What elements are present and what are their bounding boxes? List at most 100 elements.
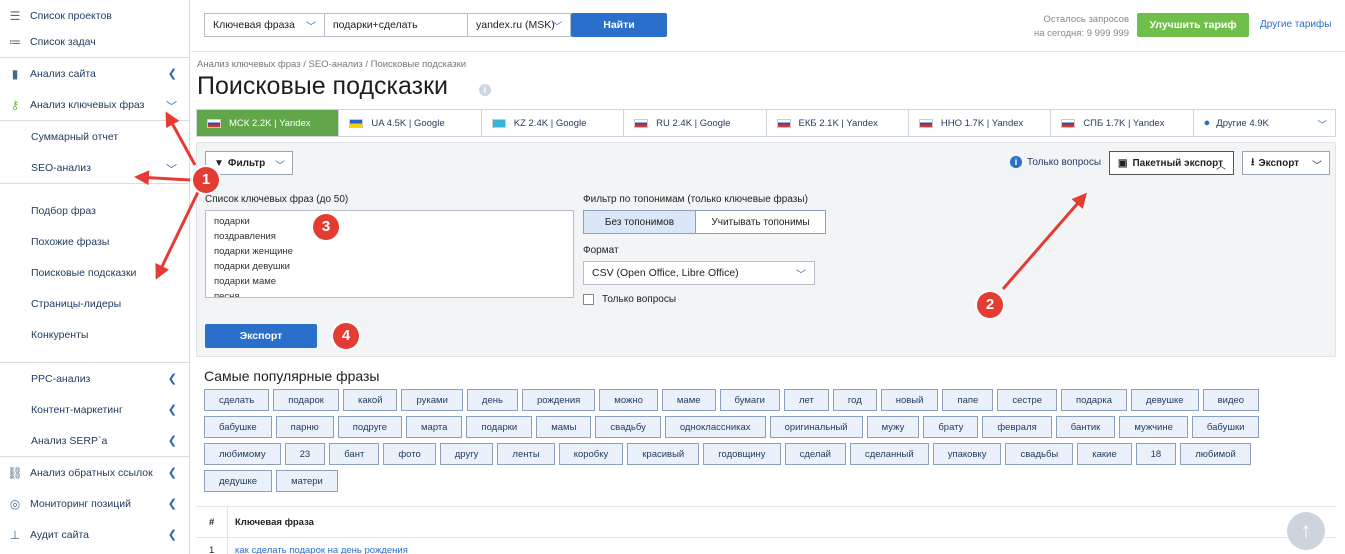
popular-tag[interactable]: февраля (982, 416, 1052, 438)
popular-tag[interactable]: папе (942, 389, 994, 411)
tab-region-spb[interactable]: СПБ 1.7K | Yandex (1051, 110, 1194, 136)
tab-region-ru[interactable]: RU 2.4K | Google (624, 110, 767, 136)
popular-tag[interactable]: мужчине (1119, 416, 1188, 438)
popular-tag[interactable]: мамы (536, 416, 592, 438)
popular-tag[interactable]: бант (329, 443, 380, 465)
sidebar-item-audit[interactable]: ⊥ Аудит сайта ❮ (0, 519, 189, 550)
filter-button[interactable]: ▼ Фильтр ﹀ (205, 151, 293, 175)
filter-label: Фильтр (227, 157, 266, 169)
popular-tag[interactable]: подарок (273, 389, 339, 411)
query-input[interactable]: подарки+сделать (324, 13, 468, 37)
popular-tag[interactable]: матери (276, 470, 338, 492)
divider (196, 537, 1336, 538)
toponym-off-button[interactable]: Без топонимов (584, 211, 696, 233)
popular-tag[interactable]: маме (661, 389, 716, 411)
popular-tag[interactable]: подарка (1061, 389, 1127, 411)
sidebar-item-similar[interactable]: Похожие фразы (0, 226, 189, 257)
popular-tag[interactable]: подарки (466, 416, 533, 438)
popular-tag[interactable]: девушке (1131, 389, 1199, 411)
tab-region-ua[interactable]: UA 4.5K | Google (339, 110, 482, 136)
popular-tag[interactable]: другу (439, 443, 494, 465)
only-questions-option: Только вопросы (583, 294, 676, 305)
popular-tag[interactable]: можно (599, 389, 658, 411)
tab-region-msk[interactable]: МСК 2.2K | Yandex (197, 110, 340, 136)
popular-tag[interactable]: лет (783, 389, 829, 411)
popular-tag[interactable]: руками (401, 389, 463, 411)
export-dropdown[interactable]: ⭳ Экспорт ﹀ (1242, 151, 1330, 175)
popular-tag[interactable]: сделанный (849, 443, 929, 465)
popular-tag[interactable]: любимой (1180, 443, 1251, 465)
popular-tag[interactable]: день (466, 389, 518, 411)
popular-tag[interactable]: одноклассниках (664, 416, 766, 438)
popular-tag[interactable]: 18 (1135, 443, 1177, 465)
info-icon: i (1010, 156, 1022, 168)
popular-tag[interactable]: мужу (866, 416, 920, 438)
scroll-to-top-button[interactable]: ↑ (1287, 512, 1325, 550)
info-icon[interactable]: i (479, 84, 491, 96)
sidebar-item-seo[interactable]: SEO-анализ ﹀ (0, 152, 189, 183)
tab-region-ekb[interactable]: ЕКБ 2.1K | Yandex (766, 110, 909, 136)
popular-tag[interactable]: год (832, 389, 877, 411)
keywords-textarea[interactable] (205, 210, 574, 298)
engine-select[interactable]: yandex.ru (MSK) ﹀ (467, 13, 571, 37)
sidebar-item-summary[interactable]: Суммарный отчет (0, 121, 189, 152)
table-row-phrase-link[interactable]: как сделать подарок на день рождения (235, 545, 408, 554)
popular-tag[interactable]: сделать (204, 389, 270, 411)
popular-tag[interactable]: бумаги (719, 389, 780, 411)
toponym-on-button[interactable]: Учитывать топонимы (696, 211, 825, 233)
popular-tag[interactable]: любимому (204, 443, 281, 465)
popular-tag[interactable]: рождения (521, 389, 596, 411)
popular-tag[interactable]: видео (1202, 389, 1260, 411)
sidebar-item-content[interactable]: Контент-маркетинг ❮ (0, 394, 189, 425)
popular-tag[interactable]: брату (923, 416, 979, 438)
tab-region-kz[interactable]: KZ 2.4K | Google (481, 110, 625, 136)
popular-tag[interactable]: сделай (784, 443, 846, 465)
popular-tag[interactable]: ленты (497, 443, 555, 465)
format-select[interactable]: CSV (Open Office, Libre Office) ﹀ (583, 261, 815, 285)
search-button[interactable]: Найти (571, 13, 667, 37)
sidebar-item-monitoring[interactable]: ◎ Мониторинг позиций ❮ (0, 488, 189, 519)
popular-tag[interactable]: марта (406, 416, 463, 438)
sidebar-item-ppc[interactable]: PPC-анализ ❮ (0, 363, 189, 394)
table-header-phrase[interactable]: Ключевая фраза (235, 517, 314, 528)
popular-tag[interactable]: подруге (337, 416, 402, 438)
popular-tag[interactable]: коробку (558, 443, 624, 465)
popular-tag[interactable]: годовщину (703, 443, 781, 465)
popular-tag[interactable]: какие (1077, 443, 1132, 465)
upgrade-button[interactable]: Улучшить тариф (1137, 13, 1249, 37)
popular-tag[interactable]: бантик (1055, 416, 1116, 438)
sidebar-item-site-analysis[interactable]: ▮ Анализ сайта ❮ (0, 58, 189, 89)
other-plans-link[interactable]: Другие тарифы (1260, 19, 1331, 30)
popular-tag[interactable]: парню (275, 416, 334, 438)
popular-tag[interactable]: фото (383, 443, 436, 465)
popular-tag[interactable]: свадьбы (1005, 443, 1074, 465)
sidebar-item-tasks[interactable]: ≔ Список задач (0, 26, 189, 57)
popular-tag[interactable]: 23 (284, 443, 326, 465)
sidebar-item-keyword-analysis[interactable]: ⚷ Анализ ключевых фраз ﹀ (0, 89, 189, 120)
popular-tag[interactable]: дедушке (204, 470, 273, 492)
popular-tag[interactable]: бабушки (1191, 416, 1260, 438)
popular-tag[interactable]: упаковку (932, 443, 1002, 465)
popular-tag[interactable]: красивый (627, 443, 700, 465)
popular-tag[interactable]: какой (342, 389, 398, 411)
chevron-down-icon: ﹀ (166, 164, 177, 176)
tab-region-other[interactable]: ● Другие 4.9K ﹀ (1193, 110, 1335, 136)
popular-tag[interactable]: свадьбу (595, 416, 661, 438)
sidebar-item-suggestions[interactable]: Поисковые подсказки (0, 257, 189, 288)
popular-tag[interactable]: бабушке (204, 416, 272, 438)
popular-tags: сделать подарок какой руками день рождения мож… (204, 389, 1314, 497)
type-select[interactable]: Ключевая фраза ﹀ (204, 13, 325, 37)
only-questions-checkbox[interactable] (583, 294, 594, 305)
tab-region-nno[interactable]: ННО 1.7K | Yandex (908, 110, 1052, 136)
sidebar-item-backlinks[interactable]: ⛓ Анализ обратных ссылок ❮ (0, 457, 189, 488)
batch-export-button[interactable]: ▣ Пакетный экспорт ︿ (1109, 151, 1234, 175)
sidebar-item-phrase-selection[interactable]: Подбор фраз (0, 195, 189, 226)
only-questions-link[interactable]: i Только вопросы (1010, 156, 1101, 168)
popular-tag[interactable]: оригинальный (769, 416, 863, 438)
sidebar-item-leaders[interactable]: Страницы-лидеры (0, 288, 189, 319)
popular-tag[interactable]: сестре (997, 389, 1058, 411)
export-button[interactable]: Экспорт (205, 324, 317, 348)
sidebar-item-serp[interactable]: Анализ SERP`a ❮ (0, 425, 189, 456)
sidebar-item-competitors[interactable]: Конкуренты (0, 319, 189, 350)
popular-tag[interactable]: новый (880, 389, 939, 411)
